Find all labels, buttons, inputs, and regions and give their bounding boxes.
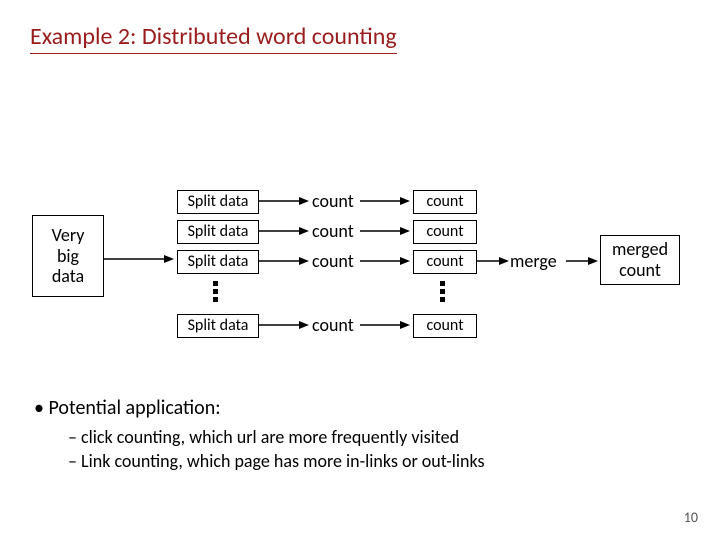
arrow-counts-to-merge	[477, 256, 509, 266]
count-vdots	[440, 281, 445, 302]
page-number: 10	[684, 509, 698, 526]
count-res-3: count	[413, 250, 477, 274]
arrow-source-to-split	[104, 254, 174, 264]
arrow-opN-resN	[360, 320, 410, 330]
arrow-split2-count2	[259, 226, 309, 236]
count-res-n: count	[413, 314, 477, 338]
split-box-1: Split data	[177, 190, 259, 214]
merge-op: merge	[510, 250, 557, 272]
count-res-1: count	[413, 190, 477, 214]
slide: Example 2: Distributed word counting Ver…	[0, 0, 720, 540]
bullet-item-1: click counting, which url are more frequ…	[68, 426, 485, 448]
count-op-2: count	[312, 220, 354, 242]
split-vdots	[213, 281, 218, 302]
arrow-split1-count1	[259, 196, 309, 206]
arrow-merge-to-merged	[566, 256, 598, 266]
arrow-op1-res1	[360, 196, 410, 206]
slide-title: Example 2: Distributed word counting	[30, 22, 397, 54]
count-op-n: count	[312, 314, 354, 336]
arrow-op3-res3	[360, 256, 410, 266]
count-op-1: count	[312, 190, 354, 212]
merged-count-box: merged count	[600, 235, 680, 285]
bullet-item-2: Link counting, which page has more in-li…	[68, 450, 485, 472]
arrow-split3-count3	[259, 256, 309, 266]
source-data-box: Very big data	[32, 215, 104, 297]
count-op-3: count	[312, 250, 354, 272]
split-box-3: Split data	[177, 250, 259, 274]
bullet-heading: Potential application:	[34, 396, 485, 420]
count-res-2: count	[413, 220, 477, 244]
split-box-2: Split data	[177, 220, 259, 244]
split-box-n: Split data	[177, 314, 259, 338]
arrow-op2-res2	[360, 226, 410, 236]
bullet-list: Potential application: click counting, w…	[34, 396, 485, 474]
arrow-splitN-countN	[259, 320, 309, 330]
